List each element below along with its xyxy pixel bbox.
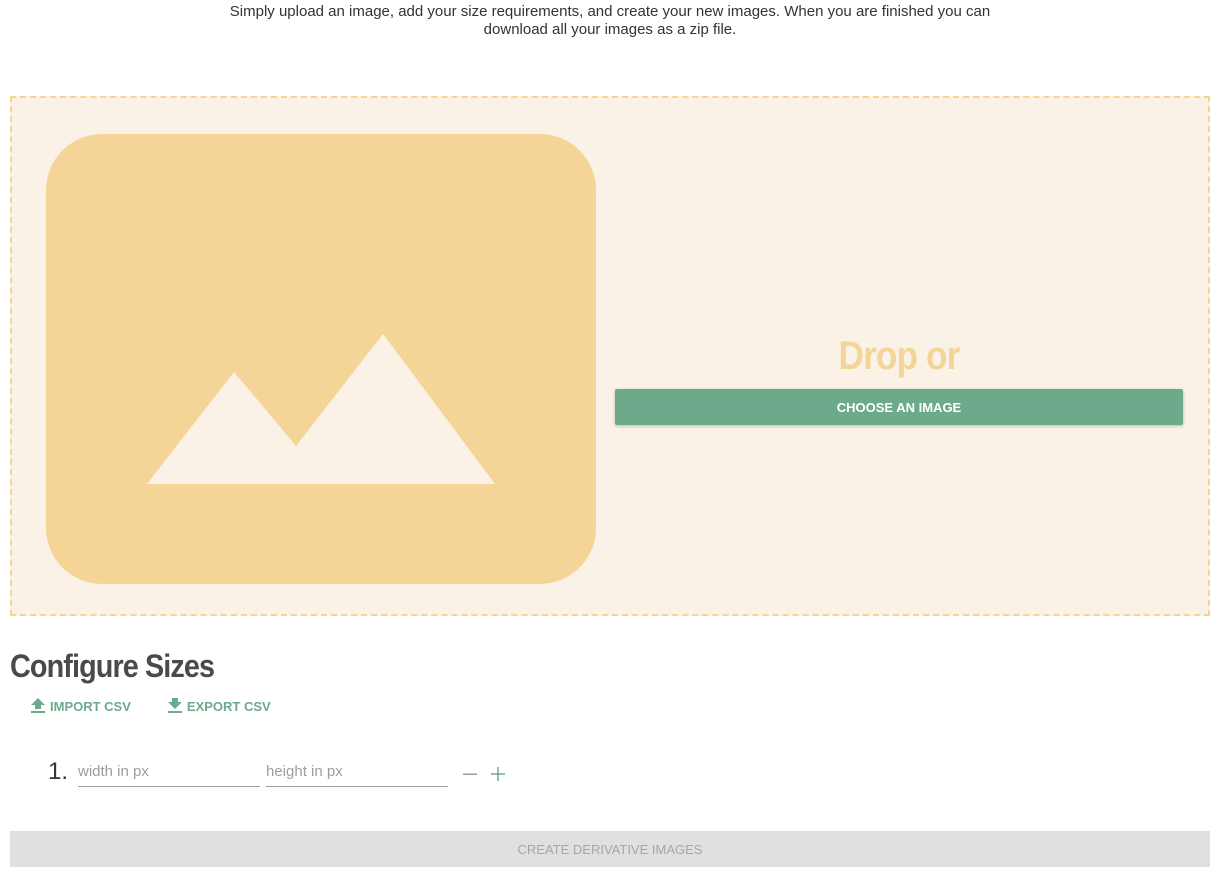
intro-line-2: download all your images as a zip file.: [483, 21, 737, 38]
import-csv-button[interactable]: IMPORT CSV: [30, 697, 131, 716]
choose-image-button[interactable]: CHOOSE AN IMAGE: [615, 389, 1183, 425]
remove-row-button[interactable]: [458, 763, 482, 787]
size-row-index: 1.: [48, 758, 69, 785]
upload-icon: [30, 697, 46, 716]
dropzone-actions: Drop or CHOOSE AN IMAGE: [615, 334, 1183, 425]
minus-icon: [462, 766, 478, 785]
create-derivative-images-button[interactable]: CREATE DERIVATIVE IMAGES: [10, 831, 1210, 867]
image-placeholder-icon: [46, 134, 596, 584]
export-csv-label: EXPORT CSV: [186, 699, 271, 714]
height-input[interactable]: [266, 756, 448, 787]
configure-sizes-title: Configure Sizes: [10, 648, 215, 684]
download-icon: [167, 697, 183, 716]
import-csv-label: IMPORT CSV: [50, 699, 131, 714]
drop-or-text: Drop or: [838, 334, 961, 378]
image-dropzone[interactable]: Drop or CHOOSE AN IMAGE: [10, 96, 1210, 616]
size-row: 1.: [48, 756, 510, 787]
csv-actions: IMPORT CSV EXPORT CSV: [30, 697, 271, 716]
width-input[interactable]: [78, 756, 260, 787]
plus-icon: [490, 766, 506, 785]
intro-line-1: Simply upload an image, add your size re…: [229, 3, 991, 20]
add-row-button[interactable]: [486, 763, 510, 787]
intro-text: Simply upload an image, add your size re…: [200, 3, 1020, 39]
export-csv-button[interactable]: EXPORT CSV: [167, 697, 271, 716]
